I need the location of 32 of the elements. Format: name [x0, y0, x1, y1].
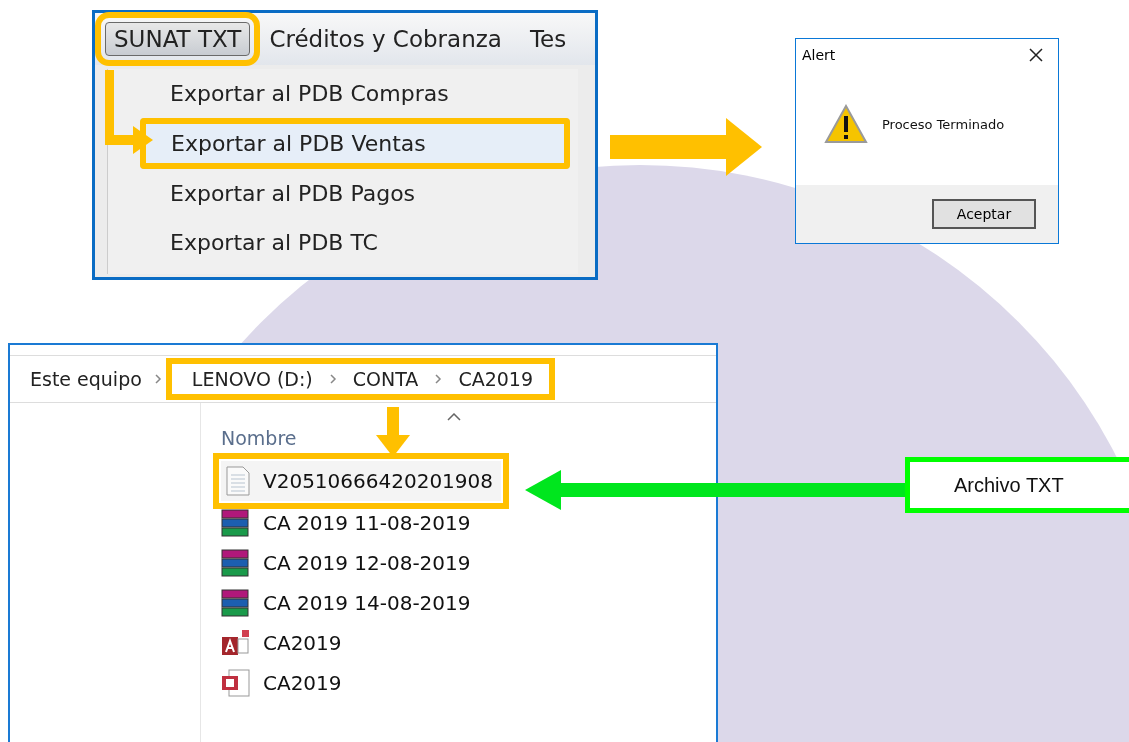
chevron-icon	[153, 373, 162, 385]
database-file-icon	[221, 629, 251, 657]
menu-item[interactable]: Exportar al PDB Ventas	[140, 118, 570, 169]
warning-icon	[824, 104, 868, 144]
books-stack-icon	[221, 589, 251, 617]
file-item[interactable]: CA2019	[221, 623, 501, 663]
books-stack-icon	[221, 549, 251, 577]
alert-message: Proceso Terminado	[882, 116, 1005, 132]
document-file-icon	[221, 669, 251, 697]
file-item[interactable]: CA 2019 12-08-2019	[221, 543, 501, 583]
close-icon[interactable]	[1028, 47, 1044, 63]
file-item[interactable]: CA 2019 14-08-2019	[221, 583, 501, 623]
callout-text: Archivo TXT	[954, 473, 1064, 497]
text-file-icon	[225, 466, 251, 496]
menu-item[interactable]: Exportar al PDB Compras	[108, 69, 578, 118]
column-header[interactable]: Nombre	[221, 413, 297, 449]
menu-item[interactable]: Exportar al PDB TC	[108, 218, 578, 267]
menu-item[interactable]: Exportar al PDB Pagos	[108, 169, 578, 218]
sort-caret-icon	[446, 413, 461, 421]
breadcrumb-item[interactable]: Este equipo	[30, 368, 142, 390]
chevron-icon	[434, 373, 443, 385]
file-item[interactable]: CA2019	[221, 663, 501, 703]
dialog-title: Alert	[802, 47, 836, 63]
file-item[interactable]: CA 2019 11-08-2019	[221, 503, 501, 543]
accept-button[interactable]: Aceptar	[932, 199, 1036, 229]
menu-tab[interactable]: Tes	[520, 22, 576, 56]
chevron-icon	[328, 373, 337, 385]
menu-tab[interactable]: Créditos y Cobranza	[260, 22, 511, 56]
breadcrumb-item[interactable]: LENOVO (D:)	[191, 368, 313, 390]
books-stack-icon	[221, 509, 251, 537]
breadcrumb-item[interactable]: CA2019	[458, 368, 533, 390]
breadcrumb-item[interactable]: CONTA	[352, 368, 419, 390]
